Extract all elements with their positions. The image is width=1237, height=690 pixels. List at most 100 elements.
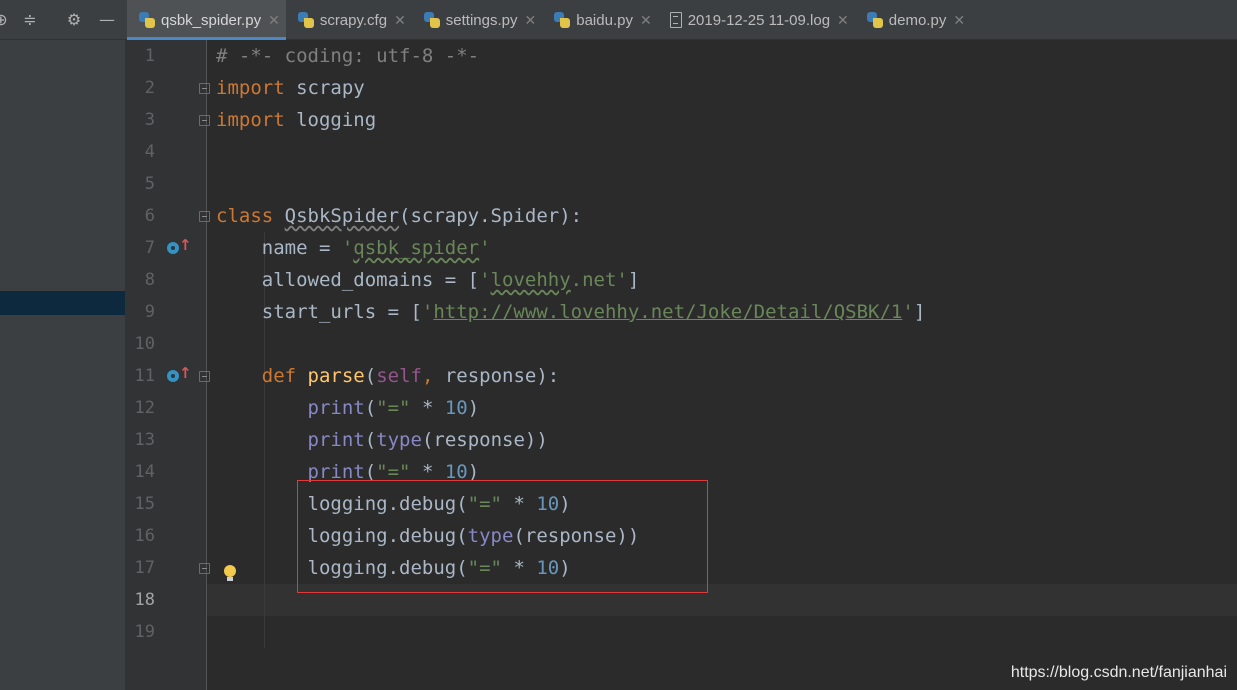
line-number: 14 [134, 462, 155, 482]
fold-marker-icon[interactable] [199, 115, 210, 126]
fold-marker-icon[interactable] [199, 211, 210, 222]
line-number: 11 [134, 366, 155, 386]
project-tree-selected-row[interactable] [0, 291, 125, 315]
code-line[interactable]: import scrapy [216, 72, 365, 104]
fold-marker-icon[interactable] [199, 83, 210, 94]
fold-marker-icon[interactable] [199, 563, 210, 574]
line-number: 2 [144, 78, 155, 98]
code-token: ] [913, 301, 926, 323]
watermark: https://blog.csdn.net/fanjianhai [1010, 664, 1227, 681]
code-token: import [216, 77, 285, 99]
code-line[interactable]: # -*- coding: utf-8 -*- [216, 40, 479, 72]
code-token: class [216, 205, 274, 227]
line-number: 12 [134, 398, 155, 418]
code-token: ( [364, 365, 377, 387]
minimize-icon[interactable]: — [98, 11, 116, 29]
tab-2[interactable]: settings.py ✕ [412, 0, 542, 40]
tab-label: baidu.py [576, 11, 633, 29]
close-icon[interactable]: ✕ [640, 12, 652, 29]
code-line[interactable]: print(type(response)) [216, 424, 548, 456]
line-number: 4 [144, 142, 155, 162]
code-token: "=" [376, 397, 411, 419]
code-token: start_urls = [ [216, 301, 422, 323]
tab-4[interactable]: 2019-12-25 11-09.log ✕ [658, 0, 855, 40]
tab-0[interactable]: qsbk_spider.py ✕ [127, 0, 286, 40]
gear-icon[interactable]: ⚙ [65, 11, 83, 29]
collapse-icon[interactable]: ≑ [21, 11, 39, 29]
code-line[interactable]: import logging [216, 104, 376, 136]
code-token: ' [902, 301, 914, 323]
code-line[interactable]: class QsbkSpider(scrapy.Spider): [216, 200, 582, 232]
close-icon[interactable]: ✕ [953, 12, 965, 29]
tab-label: settings.py [445, 11, 518, 29]
code-token: type [376, 429, 422, 451]
tab-label: 2019-12-25 11-09.log [687, 11, 831, 29]
line-number: 1 [144, 46, 155, 66]
line-number: 13 [134, 430, 155, 450]
code-token: parse [307, 365, 365, 387]
code-token: , [421, 365, 434, 387]
line-number: 5 [144, 174, 155, 194]
code-token: * [410, 397, 445, 419]
overrides-method-icon[interactable]: ↑ [167, 237, 192, 256]
code-token: QsbkSpider [284, 205, 400, 227]
lightbulb-icon[interactable] [223, 565, 237, 583]
close-icon[interactable]: ✕ [268, 12, 280, 29]
line-number: 10 [134, 334, 155, 354]
python-file-icon [297, 12, 314, 28]
code-token: lovehhy [490, 269, 571, 291]
line-number: 17 [134, 558, 155, 578]
tab-1[interactable]: scrapy.cfg ✕ [286, 0, 412, 40]
tab-3[interactable]: baidu.py ✕ [542, 0, 657, 40]
overrides-method-icon[interactable]: ↑ [167, 365, 192, 384]
line-number: 3 [144, 110, 155, 130]
code-token: ( [364, 397, 377, 419]
line-number: 8 [144, 270, 155, 290]
python-file-icon [554, 12, 571, 28]
close-icon[interactable]: ✕ [525, 12, 537, 29]
code-token: def [261, 365, 297, 387]
fold-marker-icon[interactable] [199, 371, 210, 382]
tab-label: scrapy.cfg [319, 11, 388, 29]
line-number: 18 [134, 590, 155, 610]
code-line[interactable]: start_urls = ['http://www.lovehhy.net/Jo… [216, 296, 926, 328]
line-number: 7 [144, 238, 155, 258]
close-icon[interactable]: ✕ [837, 12, 849, 29]
code-token: name = [216, 237, 342, 259]
code-token: # -*- coding: utf-8 -*- [216, 45, 480, 67]
code-token: logging [284, 109, 377, 131]
highlight-annotation-box [297, 480, 708, 593]
target-icon[interactable]: ⊕ [0, 11, 10, 29]
line-number: 9 [144, 302, 155, 322]
code-line[interactable]: print("=" * 10) [216, 392, 480, 424]
close-icon[interactable]: ✕ [394, 12, 406, 29]
code-token: ] [627, 269, 640, 291]
code-token: ' [479, 237, 491, 259]
code-token: http://www.lovehhy.net/Joke/Detail/QSBK/… [433, 301, 903, 323]
code-token: response): [433, 365, 560, 387]
code-token: 10 [444, 397, 468, 419]
project-panel[interactable] [0, 40, 125, 690]
tab-5[interactable]: demo.py ✕ [855, 0, 971, 40]
log-file-icon [669, 12, 682, 28]
code-token: ( [364, 429, 377, 451]
tab-label: qsbk_spider.py [161, 11, 262, 29]
code-token: self [376, 365, 422, 387]
code-line[interactable]: allowed_domains = ['lovehhy.net'] [216, 264, 640, 296]
tab-label: demo.py [888, 11, 947, 29]
file-tabs: qsbk_spider.py ✕ scrapy.cfg ✕ settings.py ✕ ba… [127, 0, 971, 40]
line-number: 16 [134, 526, 155, 546]
code-line[interactable]: def parse(self, response): [216, 360, 560, 392]
code-token: ' [479, 269, 491, 291]
code-line[interactable]: name = 'qsbk_spider' [216, 232, 491, 264]
code-token: scrapy [284, 77, 365, 99]
python-file-icon [139, 12, 155, 28]
code-token: ' [421, 301, 434, 323]
line-number: 6 [144, 206, 155, 226]
code-token: ) [467, 397, 480, 419]
